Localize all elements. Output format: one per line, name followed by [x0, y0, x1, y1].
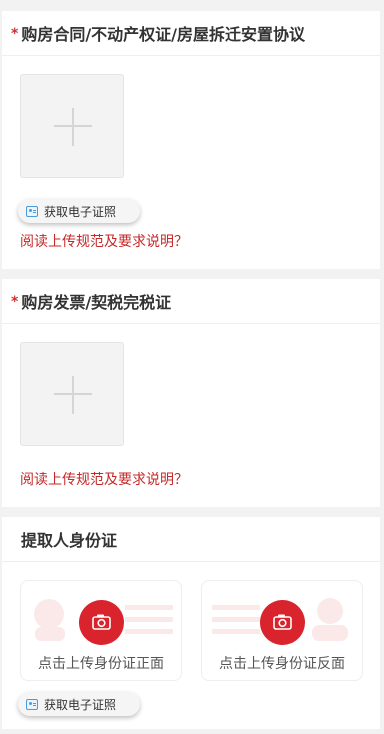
ecert-button-label: 获取电子证照: [44, 204, 117, 219]
id-back-label: 点击上传身份证反面: [219, 656, 345, 672]
get-e-certificate-button[interactable]: 获取电子证照: [18, 199, 141, 223]
id-card-icon: [26, 698, 38, 710]
required-mark: *: [11, 294, 19, 310]
camera-icon: [79, 600, 124, 645]
section-purchase-invoice: * 购房发票/契税完税证 阅读上传规范及要求说明？: [2, 279, 380, 507]
section-purchase-contract: * 购房合同/不动产权证/房屋拆迁安置协议 获取电子证照 阅读上传规范及要求说明…: [2, 11, 380, 269]
id-card-front-upload[interactable]: 点击上传身份证正面: [20, 580, 182, 681]
get-e-certificate-button[interactable]: 获取电子证照: [18, 692, 141, 716]
section-id-card: 提取人身份证 点击上传身份证正面 点击上传身份证反面 获取电子证照: [2, 517, 380, 729]
required-mark: *: [11, 26, 19, 42]
camera-icon: [260, 600, 305, 645]
upload-guide-link[interactable]: 阅读上传规范及要求说明？: [20, 231, 188, 251]
section-header: * 购房发票/契税完税证: [2, 279, 380, 324]
id-card-back-upload[interactable]: 点击上传身份证反面: [201, 580, 363, 681]
upload-image-button[interactable]: [20, 342, 124, 446]
section-title: 购房发票/契税完税证: [21, 293, 172, 312]
id-front-label: 点击上传身份证正面: [38, 656, 164, 672]
id-card-icon: [26, 205, 38, 217]
ecert-button-label: 获取电子证照: [44, 697, 117, 712]
section-title: 提取人身份证: [21, 531, 118, 550]
section-header: 提取人身份证: [2, 517, 380, 562]
upload-guide-link[interactable]: 阅读上传规范及要求说明？: [20, 469, 188, 489]
upload-image-button[interactable]: [20, 74, 124, 178]
section-title: 购房合同/不动产权证/房屋拆迁安置协议: [21, 25, 306, 44]
section-header: * 购房合同/不动产权证/房屋拆迁安置协议: [2, 11, 380, 56]
